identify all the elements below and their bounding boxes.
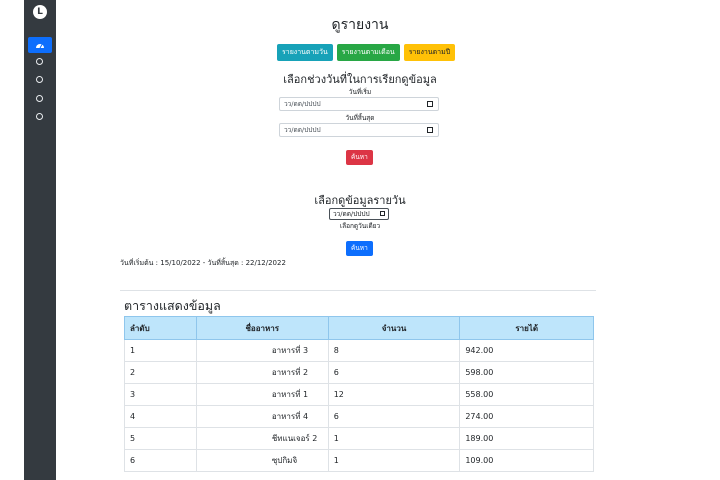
header-quantity: จำนวน [327, 316, 461, 340]
range-search-button[interactable]: ค้นหา [346, 150, 373, 165]
daily-report-button[interactable]: รายงานตามวัน [277, 44, 333, 61]
daily-heading: เลือกดูข้อมูลรายวัน [314, 194, 406, 207]
page-title: ดูรายงาน [331, 17, 389, 33]
cell-quantity: 6 [327, 405, 461, 428]
cell-quantity: 1 [327, 427, 461, 450]
sidebar: L [24, 0, 56, 480]
cell-food-name: ชีทแนเจอร์ 2 [195, 427, 329, 450]
header-food-name: ชื่ออาหาร [195, 316, 329, 340]
cell-revenue: 558.00 [459, 383, 594, 406]
cell-food-name: อาหารที่ 3 [195, 339, 329, 362]
yearly-report-button[interactable]: รายงานตามปี [403, 44, 456, 61]
cell-quantity: 8 [327, 339, 461, 362]
end-date-input[interactable]: วว/ดด/ปปปป [279, 123, 439, 137]
daily-hint: เลือกดูวันเดียว [339, 222, 381, 230]
cell-revenue: 942.00 [459, 339, 594, 362]
date-range-text: วันที่เริ่มต้น : 15/10/2022 - วันที่สิ้น… [120, 259, 286, 267]
calendar-icon[interactable] [427, 127, 433, 133]
cell-index: 6 [124, 449, 197, 472]
sidebar-item-2-circle-icon[interactable] [36, 76, 43, 83]
report-type-buttons: รายงานตามวัน รายงานตามเดือน รายงานตามปี [277, 44, 456, 61]
main-content: ดูรายงาน รายงานตามวัน รายงานตามเดือน ราย… [56, 0, 696, 480]
table-row: 4 อาหารที่ 4 6 274.00 [124, 405, 594, 428]
cell-quantity: 6 [327, 361, 461, 384]
data-table: ลำดับ ชื่ออาหาร จำนวน รายได้ 1 อาหารที่ … [124, 316, 594, 472]
cell-revenue: 274.00 [459, 405, 594, 428]
monthly-report-button[interactable]: รายงานตามเดือน [336, 44, 400, 61]
cell-food-name: อาหารที่ 2 [195, 361, 329, 384]
cell-food-name: อาหารที่ 4 [195, 405, 329, 428]
header-index: ลำดับ [124, 316, 197, 340]
sidebar-item-3-circle-icon[interactable] [36, 95, 43, 102]
header-revenue: รายได้ [459, 316, 594, 340]
table-row: 3 อาหารที่ 1 12 558.00 [124, 383, 594, 406]
daily-search-button[interactable]: ค้นหา [346, 241, 373, 256]
start-date-input[interactable]: วว/ดด/ปปปป [279, 97, 439, 111]
single-date-placeholder: วว/ดด/ปปปป [333, 210, 370, 218]
range-heading: เลือกช่วงวันที่ในการเรียกดูข้อมูล [283, 73, 437, 86]
end-date-label: วันที่สิ้นสุด [345, 114, 375, 122]
table-row: 1 อาหารที่ 3 8 942.00 [124, 339, 594, 362]
cell-revenue: 109.00 [459, 449, 594, 472]
cell-quantity: 12 [327, 383, 461, 406]
frame-left [0, 0, 24, 480]
dashboard-icon [36, 44, 44, 49]
table-header-row: ลำดับ ชื่ออาหาร จำนวน รายได้ [124, 316, 594, 340]
table-row: 5 ชีทแนเจอร์ 2 1 189.00 [124, 427, 594, 450]
cell-index: 4 [124, 405, 197, 428]
cell-quantity: 1 [327, 449, 461, 472]
start-date-placeholder: วว/ดด/ปปปป [284, 100, 321, 108]
cell-index: 3 [124, 383, 197, 406]
cell-revenue: 189.00 [459, 427, 594, 450]
single-date-input[interactable]: วว/ดด/ปปปป [329, 208, 389, 220]
cell-food-name: อาหารที่ 1 [195, 383, 329, 406]
sidebar-item-4-circle-icon[interactable] [36, 113, 43, 120]
divider [120, 290, 596, 291]
sidebar-item-1-circle-icon[interactable] [36, 58, 43, 65]
cell-index: 1 [124, 339, 197, 362]
cell-revenue: 598.00 [459, 361, 594, 384]
cell-index: 2 [124, 361, 197, 384]
calendar-icon[interactable] [380, 211, 385, 216]
cell-index: 5 [124, 427, 197, 450]
calendar-icon[interactable] [427, 101, 433, 107]
cell-food-name: ซุปกิมจิ [195, 449, 329, 472]
app-logo[interactable]: L [33, 5, 47, 19]
table-title: ตารางแสดงข้อมูล [124, 298, 221, 313]
end-date-placeholder: วว/ดด/ปปปป [284, 126, 321, 134]
table-row: 2 อาหารที่ 2 6 598.00 [124, 361, 594, 384]
start-date-label: วันที่เริ่ม [348, 88, 372, 96]
table-row: 6 ซุปกิมจิ 1 109.00 [124, 449, 594, 472]
sidebar-item-dashboard[interactable] [28, 37, 52, 53]
frame-right [696, 0, 720, 480]
